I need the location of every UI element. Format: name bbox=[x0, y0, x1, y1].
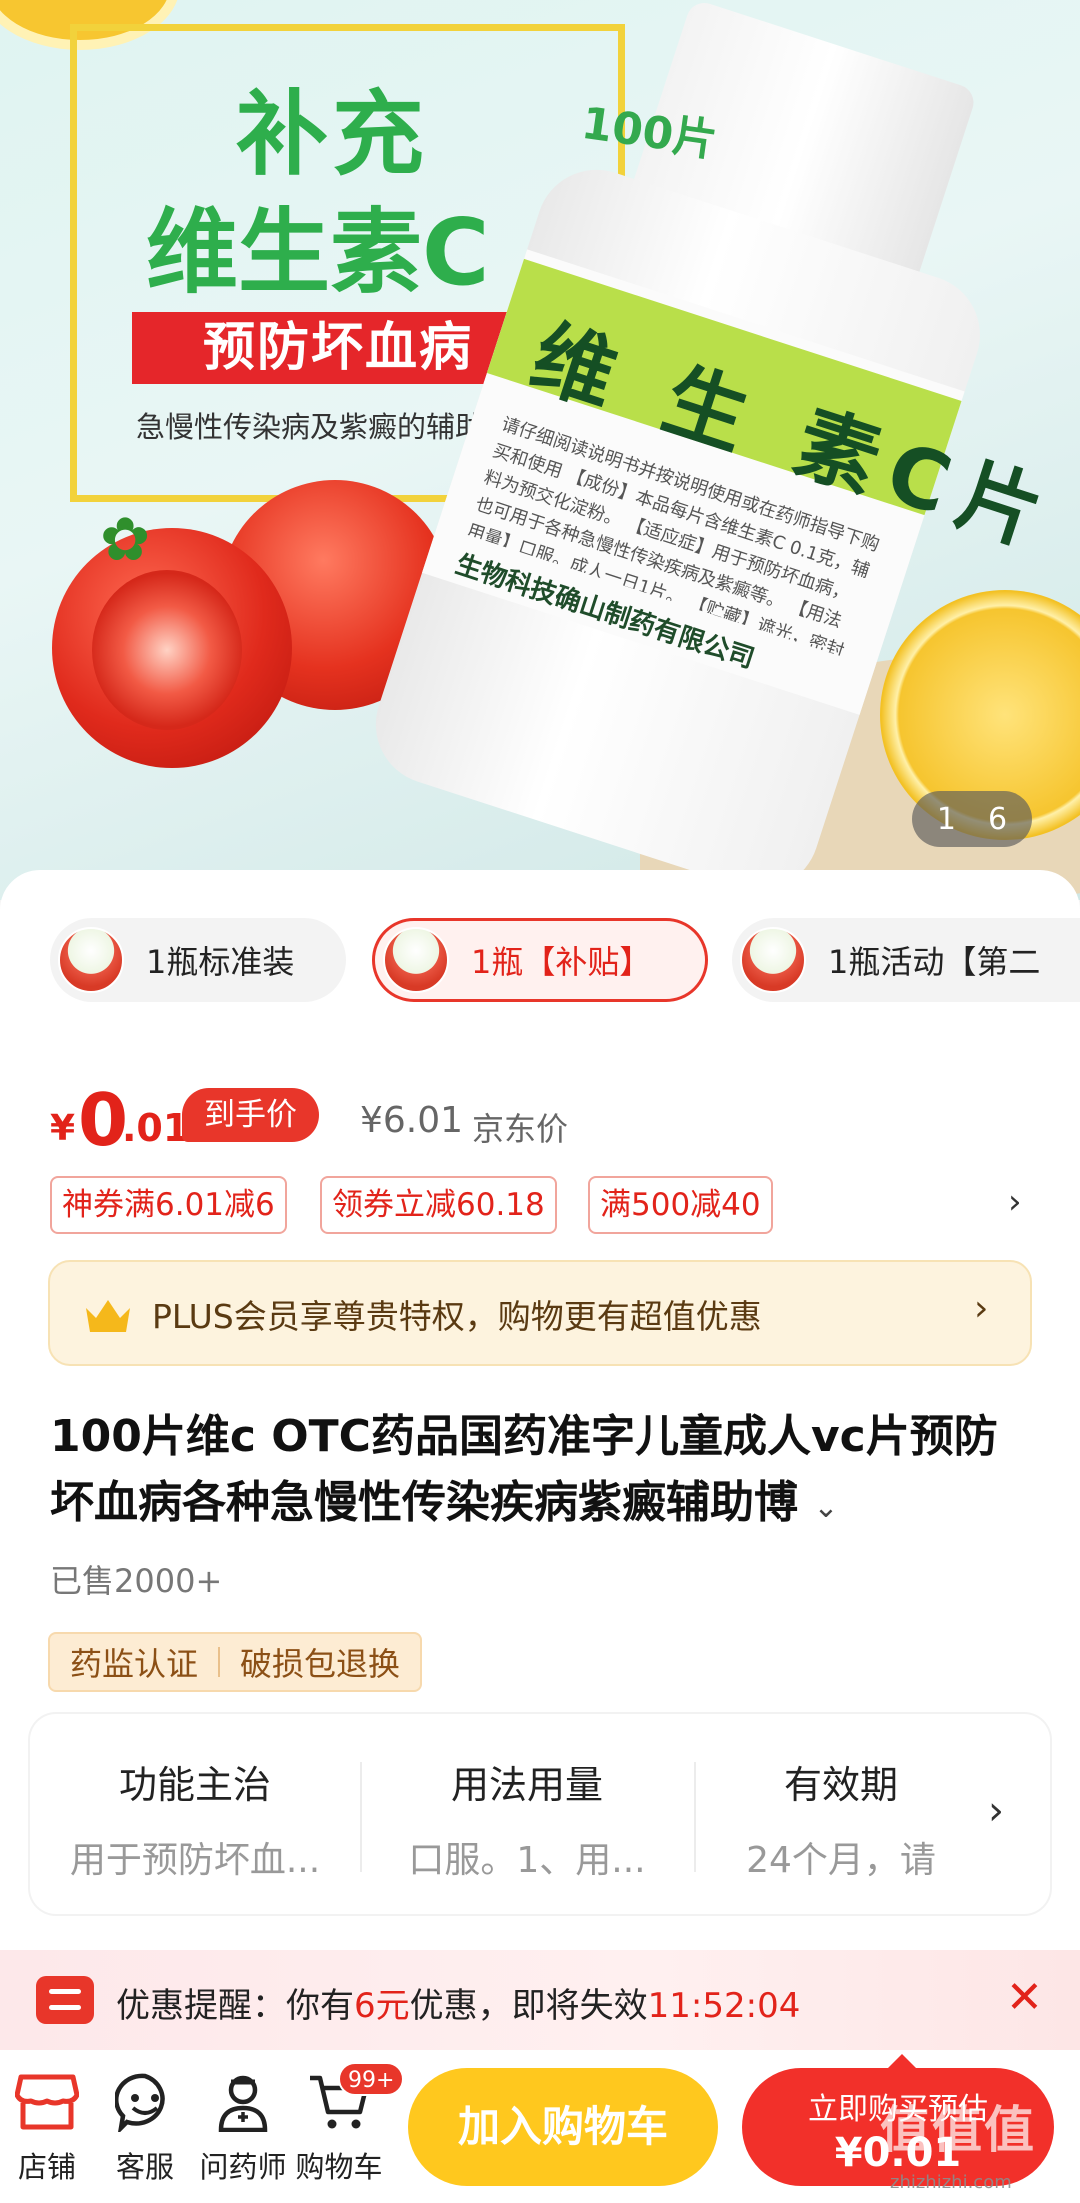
variant-label: 1瓶【补贴】 bbox=[471, 943, 652, 981]
hero-headline-1: 补充 bbox=[236, 81, 429, 188]
price-decimal: .01 bbox=[122, 1106, 190, 1150]
button-notch bbox=[888, 2054, 916, 2068]
service-badges[interactable]: 药监认证 破损包退换 bbox=[48, 1632, 423, 1692]
chevron-right-icon: › bbox=[974, 1288, 989, 1329]
discount-reminder-bar[interactable]: 优惠提醒：你有6元优惠，即将失效11:52:04 ✕ bbox=[0, 1950, 1080, 2050]
pharmacist-label: 问药师 bbox=[199, 2150, 287, 2184]
info-heading: 功能主治 bbox=[118, 1763, 271, 1807]
coupon-icon bbox=[36, 1976, 94, 2024]
chevron-right-icon[interactable]: › bbox=[988, 1788, 1004, 1834]
shop-button[interactable]: 店铺 bbox=[2, 2070, 92, 2186]
coupon-tag[interactable]: 神券满6.01减6 bbox=[50, 1176, 287, 1234]
info-heading: 有效期 bbox=[783, 1763, 898, 1807]
reminder-middle: 优惠，即将失效 bbox=[409, 1986, 648, 2026]
info-value: 口服。1、用... bbox=[408, 1840, 646, 1881]
cart-button[interactable]: 99+ 购物车 bbox=[294, 2062, 405, 2186]
watermark: 值值值 bbox=[880, 2101, 1036, 2159]
variant-label: 1瓶标准装 bbox=[146, 943, 295, 981]
chat-smile-icon bbox=[115, 2073, 165, 2132]
coupon-row[interactable]: 神券满6.01减6 领券立减60.18 满500减40 › bbox=[50, 1176, 1050, 1236]
drug-info-card[interactable]: 功能主治 用于预防坏血... 用法用量 口服。1、用... 有效期 24个月，请… bbox=[30, 1714, 1050, 1914]
sold-count: 已售2000+ bbox=[50, 1562, 223, 1600]
coupon-tag[interactable]: 满500减40 bbox=[588, 1176, 773, 1234]
product-title-text: 100片维c OTC药品国药准字儿童成人vc片预防坏血病各种急慢性传染疾病紫癜辅… bbox=[50, 1411, 998, 1528]
badge-damage-return: 破损包退换 bbox=[240, 1645, 401, 1683]
info-item-expiry[interactable]: 有效期 24个月，请 bbox=[696, 1754, 986, 1883]
price-row: ¥ 0 .01 到手价 ¥6.01 京东价 bbox=[50, 1080, 1050, 1160]
leaf-icon: ✿ bbox=[100, 505, 151, 575]
cart-label: 购物车 bbox=[295, 2150, 383, 2184]
product-title[interactable]: 100片维c OTC药品国药准字儿童成人vc片预防坏血病各种急慢性传染疾病紫癜辅… bbox=[50, 1404, 1040, 1541]
info-heading: 用法用量 bbox=[450, 1763, 603, 1807]
customer-service-button[interactable]: 客服 bbox=[100, 2070, 190, 2186]
chevron-right-icon[interactable]: › bbox=[1008, 1182, 1022, 1222]
image-pager: 1 6 bbox=[912, 791, 1032, 847]
pager-current: 1 bbox=[936, 801, 956, 837]
jd-price: ¥6.01 bbox=[360, 1100, 464, 1141]
variant-option-selected[interactable]: 1瓶【补贴】 bbox=[372, 918, 708, 1002]
crown-icon bbox=[86, 1300, 130, 1332]
shop-label: 店铺 bbox=[17, 2150, 76, 2184]
price-currency: ¥ bbox=[50, 1108, 76, 1149]
shop-icon bbox=[15, 2074, 79, 2130]
product-page: 补充 维生素C 预防坏血病 急慢性传染病及紫癜的辅助治疗 ✿ 维 生 素C片 请… bbox=[0, 0, 1080, 2203]
pharmacist-icon bbox=[218, 2075, 268, 2132]
tomato-slice-image bbox=[92, 570, 242, 730]
info-value: 用于预防坏血... bbox=[69, 1840, 321, 1881]
reminder-text: 优惠提醒：你有6元优惠，即将失效11:52:04 bbox=[116, 1978, 800, 2027]
variant-thumbnail bbox=[740, 927, 806, 993]
info-item-indications[interactable]: 功能主治 用于预防坏血... bbox=[30, 1754, 360, 1883]
variant-thumbnail bbox=[58, 927, 124, 993]
chevron-down-icon[interactable]: ⌄ bbox=[813, 1490, 838, 1525]
reminder-countdown: 11:52:04 bbox=[647, 1986, 801, 2026]
service-label: 客服 bbox=[115, 2150, 174, 2184]
info-item-dosage[interactable]: 用法用量 口服。1、用... bbox=[362, 1754, 692, 1883]
reminder-prefix: 优惠提醒：你有 bbox=[116, 1986, 354, 2026]
reminder-amount: 6元 bbox=[354, 1986, 410, 2026]
variant-thumbnail bbox=[383, 927, 449, 993]
coupon-tag[interactable]: 领券立减60.18 bbox=[320, 1176, 557, 1234]
add-to-cart-button[interactable]: 加入购物车 bbox=[408, 2068, 718, 2186]
pager-total: 6 bbox=[988, 801, 1008, 837]
jd-price-label: 京东价 bbox=[472, 1110, 569, 1148]
variant-option[interactable]: 1瓶活动【第二 bbox=[732, 918, 1080, 1002]
plus-member-banner[interactable]: PLUS会员享尊贵特权，购物更有超值优惠 › bbox=[48, 1260, 1032, 1366]
ask-pharmacist-button[interactable]: 问药师 bbox=[198, 2070, 288, 2186]
watermark-domain: zhizhizhi.com bbox=[890, 2172, 1012, 2193]
cart-count-badge: 99+ bbox=[338, 2062, 405, 2096]
price-integer: 0 bbox=[78, 1078, 129, 1162]
variant-selector: 1瓶标准装 1瓶【补贴】 1瓶活动【第二 bbox=[50, 918, 1080, 1004]
badge-certified: 药监认证 bbox=[70, 1645, 199, 1683]
plus-banner-text: PLUS会员享尊贵特权，购物更有超值优惠 bbox=[152, 1297, 762, 1336]
info-value: 24个月，请 bbox=[746, 1840, 936, 1881]
product-image-carousel[interactable]: 补充 维生素C 预防坏血病 急慢性传染病及紫癜的辅助治疗 ✿ 维 生 素C片 请… bbox=[0, 0, 1080, 900]
final-price-tag: 到手价 bbox=[182, 1088, 319, 1142]
close-icon[interactable]: ✕ bbox=[1006, 1972, 1043, 2023]
variant-label: 1瓶活动【第二 bbox=[828, 943, 1041, 981]
hero-headline-2: 维生素C bbox=[146, 199, 490, 306]
variant-option[interactable]: 1瓶标准装 bbox=[50, 918, 346, 1002]
